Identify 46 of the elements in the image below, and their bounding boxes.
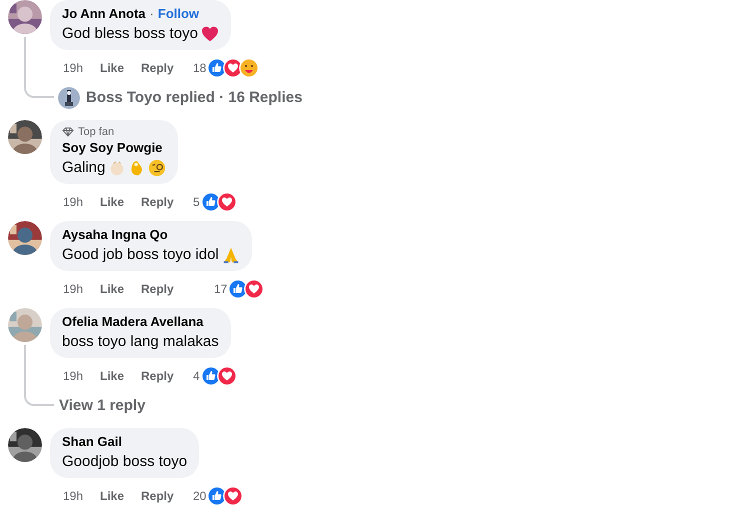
timestamp[interactable]: 19h xyxy=(63,367,100,385)
replies-link[interactable]: Boss Toyo replied · 16 Replies xyxy=(86,88,302,108)
reaction-count: 5 xyxy=(193,194,200,211)
comment-text: Galing xyxy=(62,158,106,178)
reaction-count: 17 xyxy=(214,281,228,298)
thread-line xyxy=(24,37,54,98)
like-link[interactable]: Like xyxy=(100,59,141,77)
timestamp[interactable]: 19h xyxy=(63,487,100,505)
comment-text: boss toyo lang malakas xyxy=(62,332,219,352)
follow-link[interactable]: Follow xyxy=(158,5,200,22)
reaction-count: 18 xyxy=(193,60,206,77)
reply-link[interactable]: Reply xyxy=(141,59,193,77)
commenter-name[interactable]: Shan Gail xyxy=(62,433,122,450)
thread-line xyxy=(24,345,54,406)
reply-link[interactable]: Reply xyxy=(141,487,193,505)
comment-text: God bless boss toyo xyxy=(62,24,198,44)
timestamp[interactable]: 19h xyxy=(63,59,100,77)
diamond-icon xyxy=(62,127,74,137)
folded-hands-icon xyxy=(222,246,240,264)
heart-icon xyxy=(216,192,237,212)
reaction-count: 4 xyxy=(193,368,200,385)
reply-link[interactable]: Reply xyxy=(141,367,193,385)
timestamp[interactable]: 19h xyxy=(63,280,100,298)
reply-link[interactable]: Reply xyxy=(141,193,193,211)
comment-text: Goodjob boss toyo xyxy=(62,452,188,472)
commenter-name[interactable]: Aysaha Ingna Qo xyxy=(62,226,168,243)
commenter-name[interactable]: Jo Ann Anota xyxy=(62,5,146,22)
top-fan-label: Top fan xyxy=(78,125,114,139)
heart-icon xyxy=(200,26,219,42)
heart-icon xyxy=(223,486,244,506)
separator-dot: · xyxy=(150,5,154,22)
like-link[interactable]: Like xyxy=(100,280,141,298)
like-link[interactable]: Like xyxy=(100,367,141,385)
heart-icon xyxy=(244,279,264,299)
like-link[interactable]: Like xyxy=(100,193,141,211)
heart-icon xyxy=(216,366,237,386)
face-with-monocle-icon xyxy=(148,159,166,177)
reaction-count: 20 xyxy=(193,488,206,505)
hugging-face-icon xyxy=(239,58,260,78)
like-link[interactable]: Like xyxy=(100,487,141,505)
reply-link[interactable]: Reply xyxy=(141,280,193,298)
timestamp[interactable]: 19h xyxy=(63,193,100,211)
comment-text: Good job boss toyo idol xyxy=(62,245,219,265)
commenter-name[interactable]: Ofelia Madera Avellana xyxy=(62,313,204,330)
commenter-name[interactable]: Soy Soy Powgie xyxy=(62,139,162,156)
view-replies-link[interactable]: View 1 reply xyxy=(58,396,146,416)
